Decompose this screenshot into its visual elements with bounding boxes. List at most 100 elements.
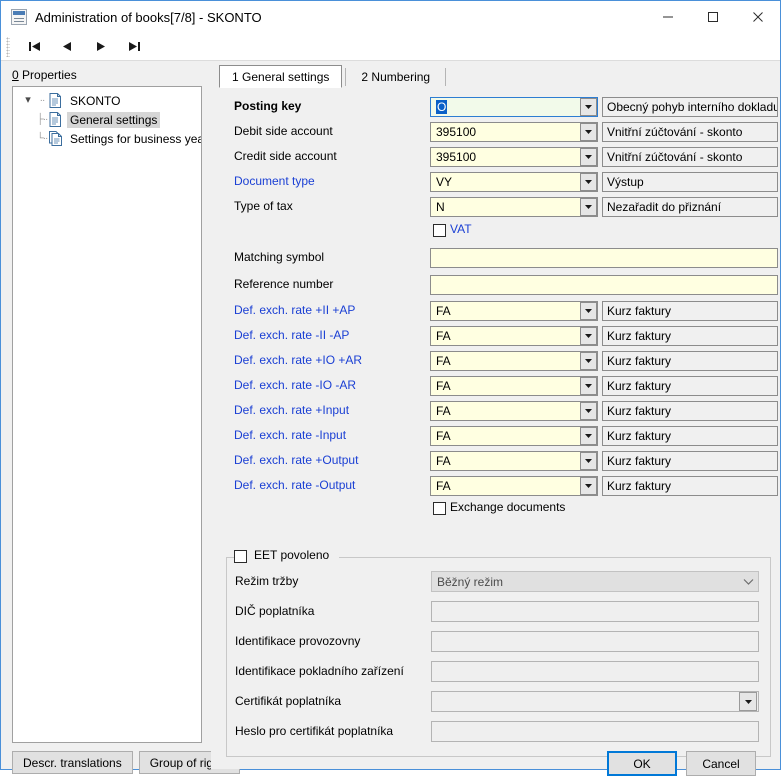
certifikat-poplatnika-combo[interactable] — [431, 691, 759, 712]
exch-rate-ii-ap-value[interactable]: FA — [431, 304, 580, 318]
type-of-tax-description: Nezařadit do přiznání — [602, 197, 778, 217]
identifikace-pokladniho-zarizeni-input[interactable] — [431, 661, 759, 682]
eet-row-heslo-pro-certifikat-poplatnika: Heslo pro certifikát poplatníka — [227, 721, 772, 743]
eet-row-identifikace-pokladniho-zarizeni: Identifikace pokladního zařízení — [227, 661, 772, 683]
exch-rate-input-pos-description: Kurz faktury — [602, 401, 778, 421]
exchange-documents-checkbox[interactable] — [433, 502, 446, 515]
eet-row-identifikace-provozovny: Identifikace provozovny — [227, 631, 772, 653]
exch-rate-ii-ap-label[interactable]: Def. exch. rate +II +AP — [234, 303, 355, 317]
dic-poplatnika-input[interactable] — [431, 601, 759, 622]
last-record-icon[interactable] — [121, 36, 146, 58]
toolbar-grip[interactable] — [6, 37, 10, 57]
record-navigation-toolbar — [1, 33, 780, 61]
debit-side-account-combo[interactable]: 395100 — [430, 122, 598, 142]
chevron-down-icon[interactable] — [580, 148, 597, 166]
chevron-down-icon[interactable]: ▾ — [21, 95, 35, 106]
exch-rate-ii-ap-neg-combo[interactable]: FA — [430, 326, 598, 346]
first-record-icon[interactable] — [22, 36, 47, 58]
exch-rate-io-ar-neg-combo[interactable]: FA — [430, 376, 598, 396]
form-row-exch-rate-output-pos: Def. exch. rate +Output FA Kurz faktury — [211, 451, 780, 471]
chevron-down-icon[interactable] — [580, 302, 597, 320]
exch-rate-io-ar-value[interactable]: FA — [431, 354, 580, 368]
identifikace-provozovny-input[interactable] — [431, 631, 759, 652]
next-record-icon[interactable] — [88, 36, 113, 58]
previous-record-icon[interactable] — [54, 36, 79, 58]
chevron-down-icon[interactable] — [739, 692, 757, 711]
exchange-documents-label[interactable]: Exchange documents — [450, 500, 565, 514]
properties-header-text: Properties — [19, 68, 77, 82]
exch-rate-output-neg-combo[interactable]: FA — [430, 476, 598, 496]
chevron-down-icon[interactable] — [580, 452, 597, 470]
document-type-value[interactable]: VY — [431, 175, 580, 189]
reference-number-label: Reference number — [234, 277, 333, 291]
rezim-trzby-value: Běžný režim — [432, 575, 738, 589]
chevron-down-icon[interactable] — [580, 123, 597, 141]
exch-rate-output-pos-label[interactable]: Def. exch. rate +Output — [234, 453, 358, 467]
chevron-down-icon[interactable] — [580, 427, 597, 445]
vat-label[interactable]: VAT — [450, 222, 472, 236]
exch-rate-input-neg-value[interactable]: FA — [431, 429, 580, 443]
properties-accelerator: 0 — [12, 68, 19, 82]
ok-button[interactable]: OK — [607, 751, 677, 776]
document-type-combo[interactable]: VY — [430, 172, 598, 192]
window-title: Administration of books[7/8] - SKONTO — [35, 10, 262, 25]
form-row-exch-rate-input-pos: Def. exch. rate +Input FA Kurz faktury — [211, 401, 780, 421]
eet-enabled-checkbox[interactable] — [234, 550, 247, 563]
document-type-label[interactable]: Document type — [234, 174, 315, 188]
exch-rate-io-ar-label[interactable]: Def. exch. rate +IO +AR — [234, 353, 362, 367]
exch-rate-input-neg-combo[interactable]: FA — [430, 426, 598, 446]
maximize-icon[interactable] — [690, 2, 735, 32]
exch-rate-ii-ap-neg-value[interactable]: FA — [431, 329, 580, 343]
chevron-down-icon[interactable] — [580, 173, 597, 191]
exch-rate-output-neg-label[interactable]: Def. exch. rate -Output — [234, 478, 355, 492]
chevron-down-icon[interactable] — [580, 198, 597, 216]
chevron-down-icon[interactable] — [580, 377, 597, 395]
tree-item-skonto[interactable]: ▾ ·· SKONTO — [13, 91, 201, 110]
posting-key-combo[interactable]: O — [430, 97, 598, 117]
tab-numbering[interactable]: 2 Numbering — [349, 66, 442, 88]
tree-item-settings-business-years[interactable]: └·· Settings for business years — [13, 129, 201, 148]
close-icon[interactable] — [735, 2, 780, 32]
chevron-down-icon[interactable] — [580, 352, 597, 370]
vat-checkbox[interactable] — [433, 224, 446, 237]
exch-rate-input-pos-combo[interactable]: FA — [430, 401, 598, 421]
exch-rate-input-pos-label[interactable]: Def. exch. rate +Input — [234, 403, 349, 417]
type-of-tax-value[interactable]: N — [431, 200, 580, 214]
identifikace-provozovny-label: Identifikace provozovny — [235, 634, 360, 648]
debit-side-account-value[interactable]: 395100 — [431, 125, 580, 139]
heslo-pro-certifikat-poplatnika-input[interactable] — [431, 721, 759, 742]
rezim-trzby-select[interactable]: Běžný režim — [431, 571, 759, 592]
descr-translations-button[interactable]: Descr. translations — [12, 751, 133, 774]
reference-number-input[interactable] — [430, 275, 778, 295]
eet-enabled-label[interactable]: EET povoleno — [251, 548, 332, 562]
exch-rate-input-pos-value[interactable]: FA — [431, 404, 580, 418]
cancel-button[interactable]: Cancel — [686, 751, 756, 776]
exch-rate-io-ar-neg-label[interactable]: Def. exch. rate -IO -AR — [234, 378, 356, 392]
exch-rate-ii-ap-combo[interactable]: FA — [430, 301, 598, 321]
chevron-down-icon[interactable] — [580, 402, 597, 420]
exch-rate-input-neg-label[interactable]: Def. exch. rate -Input — [234, 428, 346, 442]
exch-rate-output-pos-combo[interactable]: FA — [430, 451, 598, 471]
chevron-down-icon[interactable] — [738, 578, 758, 585]
chevron-down-icon[interactable] — [580, 477, 597, 495]
exch-rate-io-ar-neg-value[interactable]: FA — [431, 379, 580, 393]
tree-item-general-settings[interactable]: ├·· General settings — [13, 110, 201, 129]
properties-tree[interactable]: ▾ ·· SKONTO ├·· General settings └·· — [12, 86, 202, 743]
document-type-description: Výstup — [602, 172, 778, 192]
exch-rate-output-neg-value[interactable]: FA — [431, 479, 580, 493]
exch-rate-ii-ap-neg-label[interactable]: Def. exch. rate -II -AP — [234, 328, 349, 342]
matching-symbol-input[interactable] — [430, 248, 778, 268]
document-icon — [49, 93, 62, 108]
app-window-icon — [11, 9, 27, 25]
exch-rate-io-ar-combo[interactable]: FA — [430, 351, 598, 371]
type-of-tax-combo[interactable]: N — [430, 197, 598, 217]
minimize-icon[interactable] — [645, 2, 690, 32]
tab-general-settings[interactable]: 1 General settings — [219, 65, 342, 88]
chevron-down-icon[interactable] — [580, 327, 597, 345]
chevron-down-icon[interactable] — [580, 98, 597, 116]
credit-side-account-value[interactable]: 395100 — [431, 150, 580, 164]
exch-rate-output-pos-value[interactable]: FA — [431, 454, 580, 468]
posting-key-value[interactable]: O — [431, 100, 580, 114]
exch-rate-input-neg-description: Kurz faktury — [602, 426, 778, 446]
credit-side-account-combo[interactable]: 395100 — [430, 147, 598, 167]
